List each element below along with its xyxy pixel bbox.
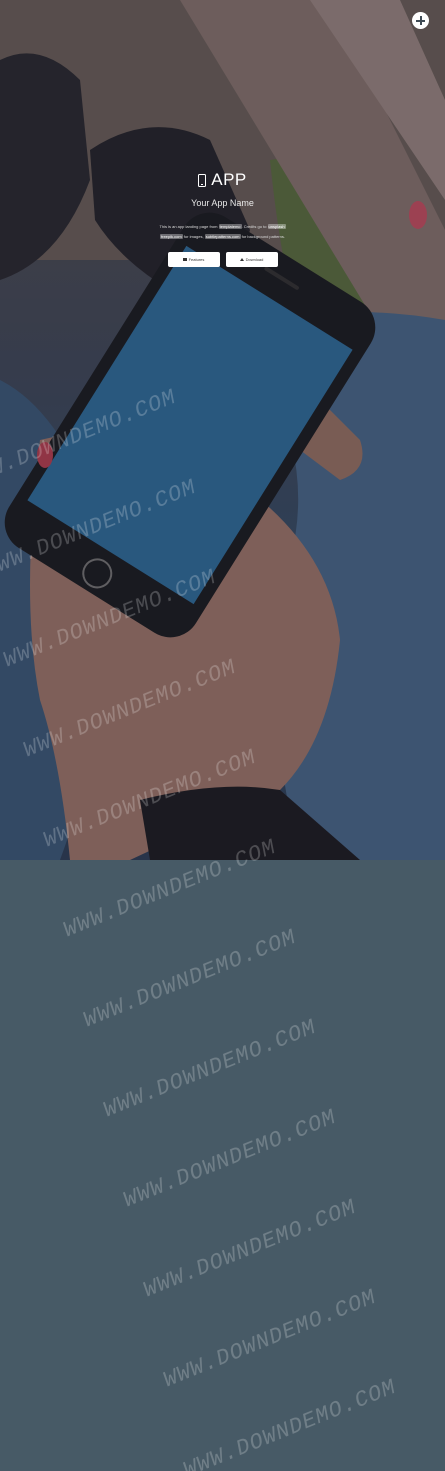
landing-page: APP Your App Name This is an app landing… [0,0,445,1471]
description-text: for background patterns. [240,233,285,239]
description-text: . Credits go to [241,223,268,229]
hero-buttons: Features Download [0,251,445,267]
description-text: This is an app landing page from [159,223,219,229]
watermark-text: WWW.DOWNDEMO.COM [80,924,301,1034]
watermark-text: WWW.DOWNDEMO.COM [100,1014,321,1124]
hero-section [0,0,445,860]
download-icon [239,257,244,261]
download-button-label: Download [245,256,264,262]
hero-dark-overlay [0,0,445,860]
features-button-label: Features [188,256,205,262]
description-text: for images, [182,233,205,239]
watermark-text: WWW.DOWNDEMO.COM [160,1284,381,1394]
watermark-text: WWW.DOWNDEMO.COM [180,1374,401,1471]
mobile-phone-icon [198,173,207,187]
brand-title: APP [198,170,247,190]
features-button[interactable]: Features [167,251,220,267]
download-button[interactable]: Download [225,251,278,267]
subtlepatterns-link[interactable]: subtlepatterns.com [204,233,241,239]
app-title: APP [211,170,247,189]
hero-content: APP Your App Name This is an app landing… [0,170,445,267]
app-subtitle: Your App Name [191,197,254,208]
list-icon [182,257,187,261]
templatemo-link[interactable]: templatemo [218,223,242,229]
hero-description: This is an app landing page from templat… [158,222,288,242]
watermark-text: WWW.DOWNDEMO.COM [120,1104,341,1214]
freepik-link[interactable]: freepik.com [160,233,183,239]
plus-circle-icon[interactable] [412,12,429,29]
unsplash-link[interactable]: unsplash [267,223,286,229]
watermark-text: WWW.DOWNDEMO.COM [140,1194,361,1304]
